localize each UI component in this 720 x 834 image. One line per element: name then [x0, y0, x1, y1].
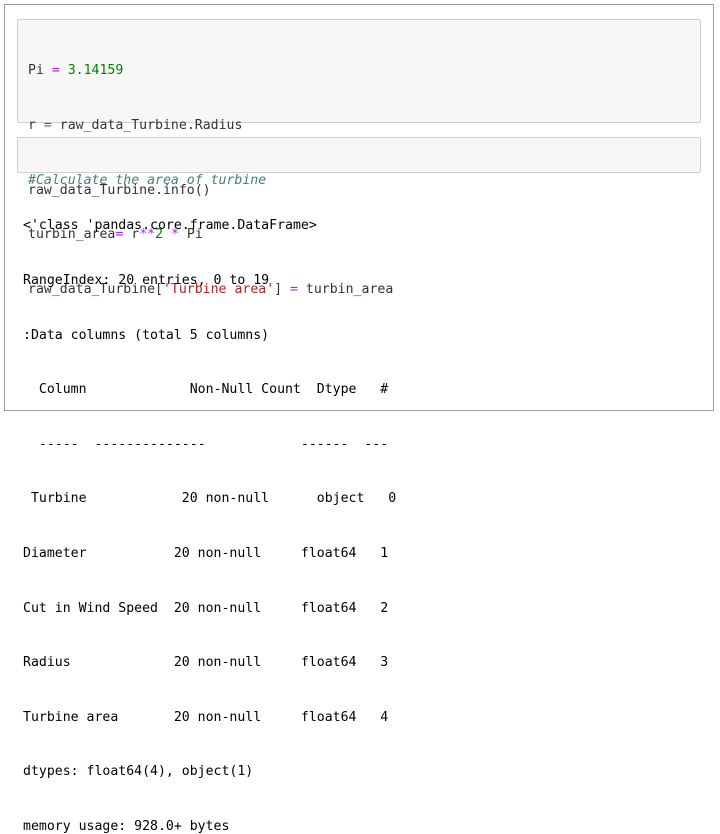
- code-cell-area-calculation[interactable]: Pi = 3.14159 r = raw_data_Turbine.Radius…: [17, 19, 701, 297]
- code-cell-info[interactable]: raw_data_Turbine.info(): [17, 137, 701, 198]
- code-token: =: [51, 63, 60, 79]
- output-line: memory usage: 928.0+ bytes: [23, 818, 230, 834]
- output-line: :Data columns (total 5 columns): [23, 327, 270, 343]
- code-line: r = raw_data_Turbine.Radius: [28, 117, 393, 135]
- code-token: =: [43, 118, 52, 133]
- output-line: Radius 20 non-null float64 3: [23, 655, 389, 671]
- code-line: Pi = 3.14159: [28, 62, 393, 80]
- code-token: Pi: [28, 63, 52, 79]
- output-line: Column Non-Null Count Dtype #: [23, 382, 389, 398]
- output-line: Turbine 20 non-null object 0: [23, 491, 397, 507]
- code-token: 3.14159: [67, 63, 124, 79]
- code-token: raw_data_Turbine.Radius: [51, 118, 243, 133]
- notebook-frame: Pi = 3.14159 r = raw_data_Turbine.Radius…: [4, 4, 714, 834]
- code-token: r: [28, 118, 44, 133]
- output-line: <'class 'pandas.core.frame.DataFrame>: [23, 218, 317, 234]
- output-line: Diameter 20 non-null float64 1: [23, 545, 389, 561]
- cell-output: <'class 'pandas.core.frame.DataFrame> Ra…: [23, 181, 396, 834]
- output-line: Turbine area 20 non-null float64 4: [23, 709, 389, 725]
- output-line: Cut in Wind Speed 20 non-null float64 2: [23, 600, 389, 616]
- output-line: ----- -------------- ------ ---: [23, 436, 389, 452]
- output-line: RangeIndex: 20 entries, 0 to 19: [23, 273, 270, 288]
- output-line: dtypes: float64(4), object(1): [23, 764, 254, 780]
